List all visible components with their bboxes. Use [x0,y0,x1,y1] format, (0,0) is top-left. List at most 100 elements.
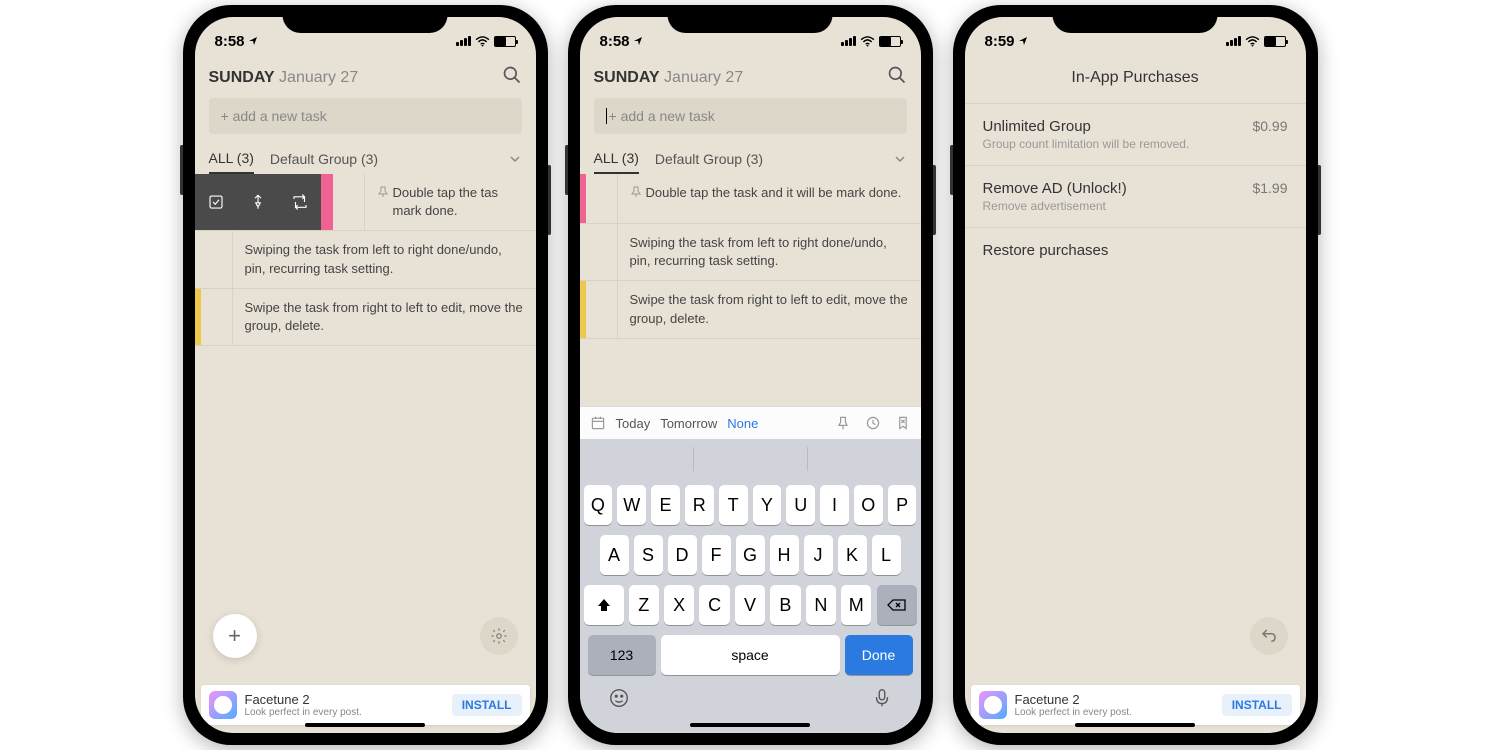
key-c[interactable]: C [699,585,729,625]
key-q[interactable]: Q [584,485,613,525]
notch [1053,5,1218,33]
add-task-input[interactable]: + add a new task [209,98,522,134]
notch [668,5,833,33]
task-text: Double tap the task and it will be mark … [646,184,902,202]
date-none[interactable]: None [727,416,758,431]
search-icon[interactable] [502,65,522,90]
text-cursor [606,108,607,124]
task-list: Double tap the task and it will be mark … [580,174,921,406]
add-button[interactable]: + [213,614,257,658]
signal-icon [841,36,856,46]
key-s[interactable]: S [634,535,663,575]
ad-install-button[interactable]: INSTALL [452,694,522,716]
wifi-icon [1245,36,1260,47]
battery-icon [879,36,901,47]
recurring-action-icon[interactable] [279,174,321,230]
space-key[interactable]: space [661,635,840,675]
prediction-slot[interactable] [694,447,808,471]
tab-all[interactable]: ALL (3) [209,144,254,174]
key-f[interactable]: F [702,535,731,575]
undo-button[interactable] [1250,617,1288,655]
key-b[interactable]: B [770,585,800,625]
location-icon [248,36,258,46]
key-t[interactable]: T [719,485,748,525]
task-text: Double tap the tas mark done. [393,184,499,220]
pin-icon[interactable] [835,415,851,431]
pin-action-icon[interactable] [237,174,279,230]
task-text: Swiping the task from left to right done… [630,234,909,270]
key-e[interactable]: E [651,485,680,525]
key-w[interactable]: W [617,485,646,525]
wifi-icon [860,36,875,47]
key-u[interactable]: U [786,485,815,525]
settings-button[interactable] [480,617,518,655]
key-v[interactable]: V [735,585,765,625]
mic-icon[interactable] [871,687,893,709]
date-tomorrow[interactable]: Tomorrow [660,416,717,431]
task-row[interactable]: Swiping the task from left to right done… [195,231,536,288]
chevron-down-icon[interactable] [508,152,522,166]
home-indicator[interactable] [690,723,810,727]
calendar-icon[interactable] [590,415,606,431]
group-tabs: ALL (3) Default Group (3) [580,144,921,174]
tab-all[interactable]: ALL (3) [594,144,639,174]
prediction-slot[interactable] [808,447,921,471]
signal-icon [1226,36,1241,46]
ad-banner[interactable]: Facetune 2Look perfect in every post. IN… [971,685,1300,725]
phone-2: 8:58 SUNDAY January 27 + add a new task … [568,5,933,745]
task-row[interactable]: Swiping the task from left to right done… [580,224,921,281]
home-indicator[interactable] [305,723,425,727]
key-j[interactable]: J [804,535,833,575]
key-x[interactable]: X [664,585,694,625]
swipe-reveal-pink [321,174,333,230]
date-today[interactable]: Today [616,416,651,431]
iap-item[interactable]: Unlimited GroupGroup count limitation wi… [965,104,1306,166]
phone-3: 8:59 In-App Purchases Unlimited GroupGro… [953,5,1318,745]
shift-key[interactable] [584,585,624,625]
done-action-icon[interactable] [195,174,237,230]
search-icon[interactable] [887,65,907,90]
key-a[interactable]: A [600,535,629,575]
prediction-slot[interactable] [580,447,694,471]
battery-icon [494,36,516,47]
bookmark-x-icon[interactable] [895,415,911,431]
key-o[interactable]: O [854,485,883,525]
key-z[interactable]: Z [629,585,659,625]
pin-icon [377,186,389,198]
task-row[interactable]: Swipe the task from right to left to edi… [580,281,921,338]
task-row[interactable]: Double tap the task and it will be mark … [580,174,921,224]
key-n[interactable]: N [806,585,836,625]
iap-item[interactable]: Remove AD (Unlock!)Remove advertisement … [965,166,1306,228]
ad-banner[interactable]: Facetune 2Look perfect in every post. IN… [201,685,530,725]
restore-purchases[interactable]: Restore purchases [965,228,1306,273]
numbers-key[interactable]: 123 [588,635,656,675]
keyboard-accessory: Today Tomorrow None [580,406,921,439]
iap-price: $0.99 [1252,118,1287,134]
key-i[interactable]: I [820,485,849,525]
tab-default-group[interactable]: Default Group (3) [270,145,378,173]
key-r[interactable]: R [685,485,714,525]
header: SUNDAY January 27 [195,57,536,98]
home-indicator[interactable] [1075,723,1195,727]
key-g[interactable]: G [736,535,765,575]
task-row[interactable]: Double tap the tas mark done. [195,174,536,231]
ad-title: Facetune 2 [245,692,444,707]
chevron-down-icon[interactable] [893,152,907,166]
key-h[interactable]: H [770,535,799,575]
task-text: Swiping the task from left to right done… [245,241,524,277]
key-d[interactable]: D [668,535,697,575]
key-k[interactable]: K [838,535,867,575]
task-row[interactable]: Swipe the task from right to left to edi… [195,289,536,346]
add-task-input[interactable]: + add a new task [594,98,907,134]
battery-icon [1264,36,1286,47]
emoji-icon[interactable] [608,687,630,709]
key-m[interactable]: M [841,585,871,625]
tab-default-group[interactable]: Default Group (3) [655,145,763,173]
key-l[interactable]: L [872,535,901,575]
done-key[interactable]: Done [845,635,913,675]
key-p[interactable]: P [888,485,917,525]
clock-icon[interactable] [865,415,881,431]
ad-install-button[interactable]: INSTALL [1222,694,1292,716]
key-y[interactable]: Y [753,485,782,525]
backspace-key[interactable] [877,585,917,625]
